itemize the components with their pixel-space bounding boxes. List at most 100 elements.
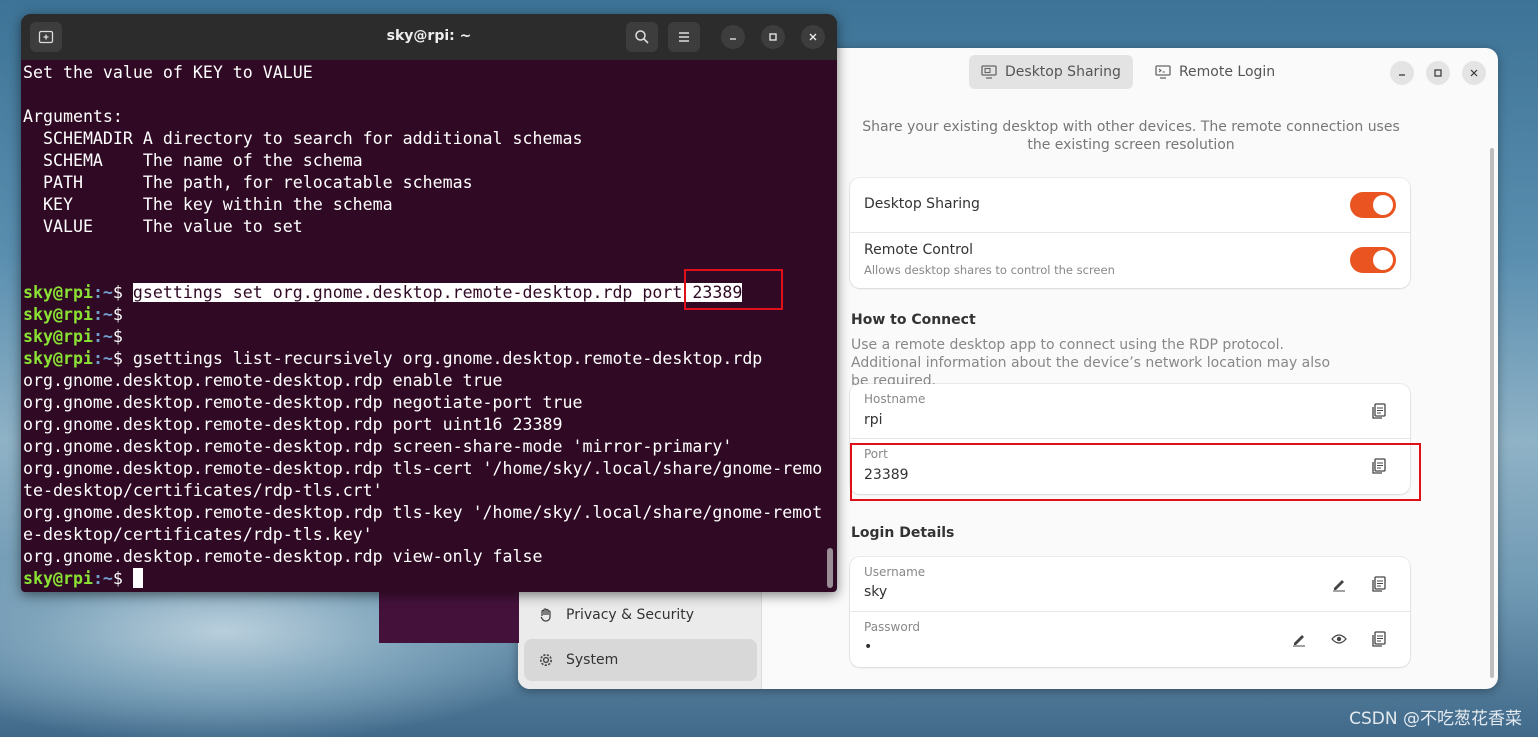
minimize-button[interactable] (1390, 61, 1414, 85)
prompt-user: sky@rpi (23, 283, 93, 302)
terminal-prompt-line: sky@rpi:~$ (23, 326, 828, 348)
tab-remote-login[interactable]: Remote Login (1143, 55, 1287, 89)
sidebar-item-label: System (566, 652, 619, 668)
close-icon (809, 33, 817, 41)
terminal-output-line: SCHEMADIR A directory to search for addi… (23, 128, 828, 150)
maximize-button[interactable] (1426, 61, 1450, 85)
prompt-user: sky@rpi (23, 349, 93, 368)
desktop-sharing-label: Desktop Sharing (864, 196, 980, 212)
terminal-command: gsettings set org.gnome.desktop.remote-d… (132, 283, 743, 302)
terminal-prompt-line: sky@rpi:~$ (23, 568, 828, 590)
terminal-text: org.gnome.desktop.remote-desktop.rdp scr… (23, 437, 733, 456)
minimize-icon (1399, 74, 1405, 76)
terminal-text: VALUE The value to set (23, 217, 303, 236)
settings-main: Desktop Sharing Remote Login Share your … (763, 48, 1498, 689)
terminal-output-line: Set the value of KEY to VALUE (23, 62, 828, 84)
hamburger-menu-icon (679, 32, 689, 42)
terminal-title: sky@rpi: ~ (386, 28, 472, 44)
tab-label: Desktop Sharing (1005, 64, 1121, 80)
terminal-menu-button[interactable] (668, 22, 700, 52)
sidebar-item-label: Privacy & Security (566, 607, 694, 623)
terminal-output-line: SCHEMA The name of the schema (23, 150, 828, 172)
terminal-output-line: org.gnome.desktop.remote-desktop.rdp ena… (23, 370, 828, 392)
terminal-minimize-button[interactable] (721, 25, 745, 49)
tab-label: Remote Login (1178, 64, 1276, 80)
terminal-text: e-desktop/certificates/rdp-tls.key' (23, 525, 373, 544)
prompt-user: sky@rpi (23, 327, 93, 346)
edit-password-button[interactable] (1290, 630, 1308, 648)
copy-username-button[interactable] (1370, 575, 1388, 593)
username-label: Username (864, 565, 926, 579)
username-value: sky (864, 584, 888, 600)
prompt-symbol: $ (112, 327, 133, 346)
sharing-card: Desktop Sharing Remote Control Allows de… (850, 178, 1410, 288)
terminal-output-line: Arguments: (23, 106, 828, 128)
terminal-output-line: e-desktop/certificates/rdp-tls.key' (23, 524, 828, 546)
terminal-output[interactable]: Set the value of KEY to VALUE Arguments: … (23, 62, 828, 590)
desktop-sharing-toggle[interactable] (1350, 192, 1396, 218)
remote-control-label: Remote Control (864, 242, 974, 258)
password-value: • (864, 639, 873, 655)
watermark: CSDN @不吃葱花香菜 (1349, 709, 1522, 729)
settings-scrollbar[interactable] (1490, 148, 1494, 678)
close-button[interactable] (1462, 61, 1486, 85)
search-icon (635, 30, 649, 44)
edit-username-button[interactable] (1330, 575, 1348, 593)
remote-control-sublabel: Allows desktop shares to control the scr… (864, 263, 1115, 277)
terminal-output-line: org.gnome.desktop.remote-desktop.rdp vie… (23, 546, 828, 568)
terminal-output-line: PATH The path, for relocatable schemas (23, 172, 828, 194)
maximize-icon (1434, 69, 1442, 77)
terminal-output-line: te-desktop/certificates/rdp-tls.crt' (23, 480, 828, 502)
tab-desktop-sharing[interactable]: Desktop Sharing (969, 55, 1133, 89)
prompt-symbol: $ (112, 305, 133, 324)
terminal-text: org.gnome.desktop.remote-desktop.rdp neg… (23, 393, 583, 412)
prompt-path: :~ (92, 327, 113, 346)
terminal-maximize-button[interactable] (761, 25, 785, 49)
terminal-cursor (132, 568, 143, 588)
terminal-text: org.gnome.desktop.remote-desktop.rdp vie… (23, 547, 543, 566)
prompt-user: sky@rpi (23, 305, 93, 324)
hostname-row: Hostname rpi (850, 384, 1410, 439)
terminal-close-button[interactable] (801, 25, 825, 49)
terminal-text: Set the value of KEY to VALUE (23, 63, 313, 82)
port-command-highlight-box (684, 269, 783, 310)
terminal-search-button[interactable] (626, 22, 658, 52)
terminal-output-line: org.gnome.desktop.remote-desktop.rdp tls… (23, 458, 828, 480)
prompt-path: :~ (92, 305, 113, 324)
terminal-output-line: VALUE The value to set (23, 216, 828, 238)
prompt-symbol: $ (112, 283, 133, 302)
hostname-label: Hostname (864, 392, 926, 406)
hand-icon (538, 607, 554, 623)
login-details-title: Login Details (851, 525, 955, 541)
sidebar-item-system[interactable]: System (524, 639, 757, 681)
desktop-sharing-row: Desktop Sharing (850, 178, 1410, 233)
desktop-sharing-icon (981, 65, 997, 79)
prompt-symbol: $ (112, 349, 133, 368)
terminal-text: Arguments: (23, 107, 123, 126)
copy-hostname-button[interactable] (1370, 402, 1388, 420)
close-icon (1470, 69, 1478, 77)
terminal-scrollbar[interactable] (827, 548, 833, 588)
terminal-text: org.gnome.desktop.remote-desktop.rdp ena… (23, 371, 503, 390)
terminal-text: org.gnome.desktop.remote-desktop.rdp tls… (23, 503, 823, 522)
view-switcher: Desktop Sharing Remote Login (969, 55, 1287, 89)
password-row: Password • (850, 612, 1410, 667)
prompt-user: sky@rpi (23, 569, 93, 588)
terminal-output-line: org.gnome.desktop.remote-desktop.rdp por… (23, 414, 828, 436)
remote-control-row: Remote Control Allows desktop shares to … (850, 233, 1410, 288)
login-card: Username sky Password • (850, 557, 1410, 667)
terminal-text: PATH The path, for relocatable schemas (23, 173, 473, 192)
remote-control-toggle[interactable] (1350, 247, 1396, 273)
show-password-button[interactable] (1330, 630, 1348, 648)
sidebar-item-privacy-security[interactable]: Privacy & Security (524, 594, 757, 636)
prompt-path: :~ (92, 349, 113, 368)
terminal-output-line: org.gnome.desktop.remote-desktop.rdp scr… (23, 436, 828, 458)
copy-password-button[interactable] (1370, 630, 1388, 648)
prompt-path: :~ (92, 283, 113, 302)
terminal-text: SCHEMADIR A directory to search for addi… (23, 129, 583, 148)
desktop-sharing-description: Share your existing desktop with other d… (862, 119, 1400, 153)
terminal-text: KEY The key within the schema (23, 195, 393, 214)
prompt-symbol: $ (112, 569, 133, 588)
maximize-icon (769, 33, 777, 41)
